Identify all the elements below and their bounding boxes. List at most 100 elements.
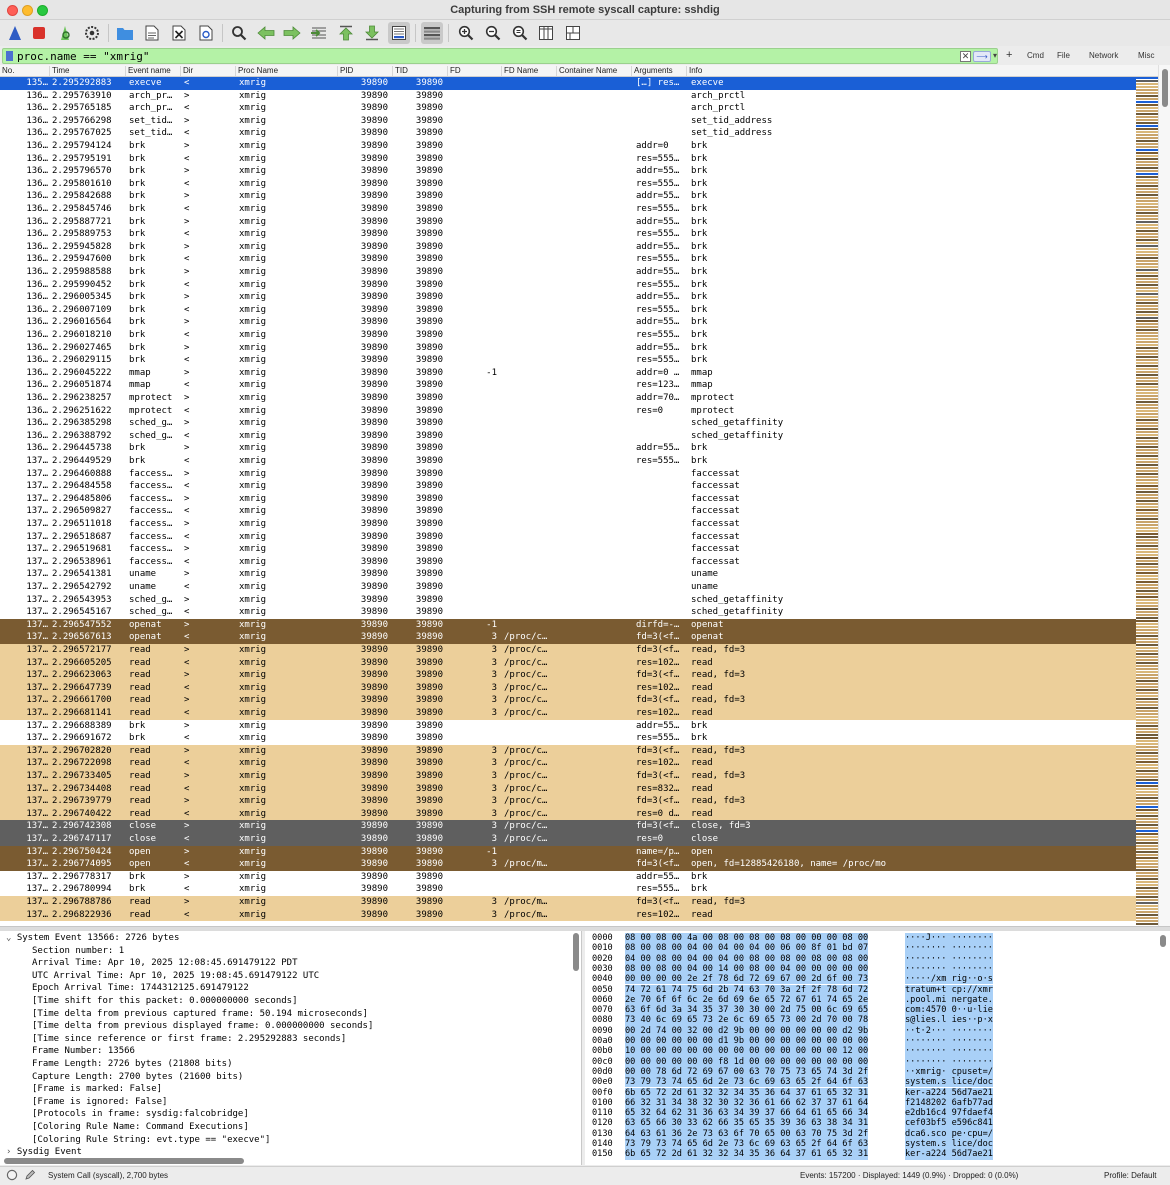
column-header-fd-name[interactable]: FD Name (504, 66, 538, 75)
packet-row[interactable]: 136… 2.296385298 sched_g… > xmrig 39890 39890 s… (0, 417, 1136, 430)
column-separator[interactable] (180, 66, 181, 76)
hex-bytes[interactable]: 73 79 73 74 65 6d 2e 73 6c 69 63 65 2f 6… (625, 1077, 869, 1088)
details-field[interactable]: UTC Arrival Time: Apr 10, 2025 19:08:45.… (32, 970, 319, 983)
details-field[interactable]: [Frame is ignored: False] (32, 1096, 167, 1109)
details-field[interactable]: [Frame is marked: False] (32, 1083, 162, 1096)
packet-row[interactable]: 137… 2.296734408 read < xmrig 39890 39890 3/pro… (0, 782, 1136, 796)
packet-row[interactable]: 137… 2.296778317 brk > xmrig 39890 39890 addr=5… (0, 870, 1136, 884)
packet-row[interactable]: 137… 2.296605205 read < xmrig 39890 39890 3/pro… (0, 656, 1136, 670)
packet-row[interactable]: 137… 2.296688389 brk > xmrig 39890 39890 addr=5… (0, 719, 1136, 733)
packet-row[interactable]: 137… 2.296572177 read > xmrig 39890 39890 3/pro… (0, 644, 1136, 657)
packet-row[interactable]: 136… 2.296445738 brk > xmrig 39890 39890 addr=5… (0, 442, 1136, 455)
close-file-button[interactable] (168, 22, 190, 44)
expert-info-button[interactable] (6, 1169, 18, 1183)
packet-row[interactable]: 137… 2.296538961 faccess… < xmrig 39890 39890 f… (0, 555, 1136, 569)
packet-row[interactable]: 137… 2.296661700 read > xmrig 39890 39890 3/pro… (0, 694, 1136, 707)
save-file-button[interactable] (141, 22, 163, 44)
packet-row[interactable]: 137… 2.296449529 brk < xmrig 39890 39890 res=55… (0, 455, 1136, 468)
hex-bytes[interactable]: 2e 70 6f 6f 6c 2e 6d 69 6e 65 72 67 61 7… (625, 994, 869, 1006)
packet-row[interactable]: 136… 2.295763910 arch_pr… > xmrig 39890 39890 a… (0, 89, 1136, 103)
column-separator[interactable] (49, 66, 50, 76)
packet-row[interactable]: 137… 2.296511018 faccess… > xmrig 39890 39890 f… (0, 518, 1136, 531)
filter-history-dropdown[interactable]: ▾ (993, 51, 997, 60)
column-separator[interactable] (392, 66, 393, 76)
capture-options-button[interactable] (81, 22, 103, 44)
chevron-right-icon[interactable]: › (6, 1147, 17, 1157)
packet-row[interactable]: 136… 2.295945828 brk > xmrig 39890 39890 addr=5… (0, 240, 1136, 254)
packet-row[interactable]: 137… 2.296722098 read < xmrig 39890 39890 3/pro… (0, 757, 1136, 770)
details-field[interactable]: [Time since reference or first frame: 2.… (32, 1033, 346, 1046)
packet-row[interactable]: 136… 2.295845746 brk < xmrig 39890 39890 res=55… (0, 203, 1136, 216)
column-separator[interactable] (125, 66, 126, 76)
packet-row[interactable]: 137… 2.296541381 uname > xmrig 39890 39890 unam… (0, 568, 1136, 581)
packet-row[interactable]: 137… 2.296739779 read > xmrig 39890 39890 3/pro… (0, 795, 1136, 808)
autoscroll-toggle[interactable] (388, 22, 410, 44)
zoom-reset-button[interactable] (509, 22, 531, 44)
packet-row[interactable]: 136… 2.295889753 brk < xmrig 39890 39890 res=55… (0, 228, 1136, 241)
packet-row[interactable]: 136… 2.296388792 sched_g… < xmrig 39890 39890 s… (0, 429, 1136, 443)
packet-row[interactable]: 137… 2.296623063 read > xmrig 39890 39890 3/pro… (0, 669, 1136, 682)
clear-filter-button[interactable]: ✕ (960, 51, 971, 62)
column-header-time[interactable]: Time (52, 66, 69, 75)
hex-ascii[interactable]: s@lies.l ies··p·x (905, 1015, 993, 1026)
status-profile[interactable]: Profile: Default (1104, 1171, 1156, 1180)
hex-ascii[interactable]: ········ ········ (905, 1036, 993, 1047)
stop-capture-button[interactable] (28, 22, 50, 44)
packet-row[interactable]: 137… 2.296747117 close < xmrig 39890 39890 3/pr… (0, 833, 1136, 846)
details-tree-node[interactable]: ⌄ System Event 13566: 2726 bytes (6, 932, 179, 945)
packet-row[interactable]: 137… 2.296822936 read < xmrig 39890 39890 3/pro… (0, 908, 1136, 922)
hex-ascii[interactable]: dca6.sco pe·cpu=/ (905, 1128, 993, 1139)
scrollbar-thumb[interactable] (1162, 69, 1168, 107)
column-separator[interactable] (631, 66, 632, 76)
column-separator[interactable] (556, 66, 557, 76)
packet-row[interactable]: 135… 2.295292883 execve < xmrig 39890 39890 […]… (0, 77, 1136, 90)
apply-filter-button[interactable]: ⟶ (973, 51, 991, 62)
packet-row[interactable]: 137… 2.296547552 openat > xmrig 39890 39890 -1 d… (0, 618, 1136, 632)
hex-ascii[interactable]: tratum+t cp://xmr (905, 984, 993, 995)
packet-row[interactable]: 137… 2.296681141 read < xmrig 39890 39890 3/pro… (0, 707, 1136, 720)
hex-ascii[interactable]: ··xmrig· cpuset=/ (905, 1066, 993, 1078)
packet-row[interactable]: 137… 2.296647739 read < xmrig 39890 39890 3/pro… (0, 681, 1136, 695)
hex-bytes[interactable]: 00 00 00 00 00 00 d1 9b 00 00 00 00 00 0… (625, 1036, 869, 1047)
packet-row[interactable]: 136… 2.296016564 brk > xmrig 39890 39890 addr=5… (0, 316, 1136, 329)
packet-row[interactable]: 136… 2.295988588 brk > xmrig 39890 39890 addr=5… (0, 266, 1136, 279)
packet-row[interactable]: 137… 2.296509827 faccess… < xmrig 39890 39890 f… (0, 505, 1136, 518)
packet-row[interactable]: 136… 2.295794124 brk > xmrig 39890 39890 addr=0… (0, 140, 1136, 153)
zoom-out-button[interactable] (482, 22, 504, 44)
column-separator[interactable] (686, 66, 687, 76)
hex-bytes[interactable]: 00 00 00 00 2e 2f 78 6d 72 69 67 00 2d 6… (625, 974, 869, 985)
hex-bytes[interactable]: 73 79 73 74 65 6d 2e 73 6c 69 63 65 2f 6… (625, 1139, 869, 1150)
details-field[interactable]: [Time delta from previous displayed fram… (32, 1020, 373, 1033)
hex-ascii[interactable]: ········ ········ (905, 953, 993, 964)
hex-ascii[interactable]: ········ ········ (905, 943, 993, 954)
column-separator[interactable] (501, 66, 502, 76)
chevron-down-icon[interactable]: ⌄ (6, 933, 17, 943)
details-field[interactable]: [Protocols in frame: sysdig:falcobridge] (32, 1108, 249, 1121)
packet-row[interactable]: 137… 2.296518687 faccess… < xmrig 39890 39890 f… (0, 530, 1136, 544)
go-to-last-button[interactable] (361, 22, 383, 44)
hex-ascii[interactable]: ········ ········ (905, 963, 993, 975)
packet-list-scrollbar[interactable] (1158, 65, 1170, 926)
hex-ascii[interactable]: ········ ········ (905, 1046, 993, 1057)
column-header-event-name[interactable]: Event name (128, 66, 171, 75)
go-to-first-button[interactable] (335, 22, 357, 44)
packet-row[interactable]: 136… 2.296027465 brk > xmrig 39890 39890 addr=5… (0, 341, 1136, 355)
hex-bytes[interactable]: 00 2d 74 00 32 00 d2 9b 00 00 00 00 00 0… (625, 1025, 869, 1036)
column-header-no[interactable]: No. (2, 66, 14, 75)
packet-row[interactable]: 137… 2.296740422 read < xmrig 39890 39890 3/pro… (0, 807, 1136, 821)
details-field[interactable]: [Time shift for this packet: 0.000000000… (32, 995, 298, 1008)
hex-ascii[interactable]: ker-a224 56d7ae21 (905, 1087, 993, 1098)
details-field[interactable]: Frame Number: 13566 (32, 1045, 135, 1058)
packet-row[interactable]: 136… 2.295766298 set_tid… > xmrig 39890 39890 s… (0, 114, 1136, 128)
packet-row[interactable]: 136… 2.296005345 brk > xmrig 39890 39890 addr=5… (0, 291, 1136, 304)
packet-row[interactable]: 137… 2.296519681 faccess… > xmrig 39890 39890 f… (0, 543, 1136, 556)
details-field[interactable]: Section number: 1 (32, 945, 124, 958)
packet-row[interactable]: 137… 2.296733405 read > xmrig 39890 39890 3/pro… (0, 770, 1136, 783)
column-header-tid[interactable]: TID (395, 66, 408, 75)
hex-bytes[interactable]: 74 72 61 74 75 6d 2b 74 63 70 3a 2f 2f 7… (625, 984, 869, 995)
details-horizontal-scrollbar[interactable] (0, 1157, 572, 1165)
packet-row[interactable]: 136… 2.295765185 arch_pr… < xmrig 39890 39890 a… (0, 102, 1136, 115)
column-header-dir[interactable]: Dir (183, 66, 193, 75)
column-header-arguments[interactable]: Arguments (634, 66, 673, 75)
hex-bytes[interactable]: 04 00 08 00 04 00 04 00 08 00 08 00 08 0… (625, 953, 869, 964)
